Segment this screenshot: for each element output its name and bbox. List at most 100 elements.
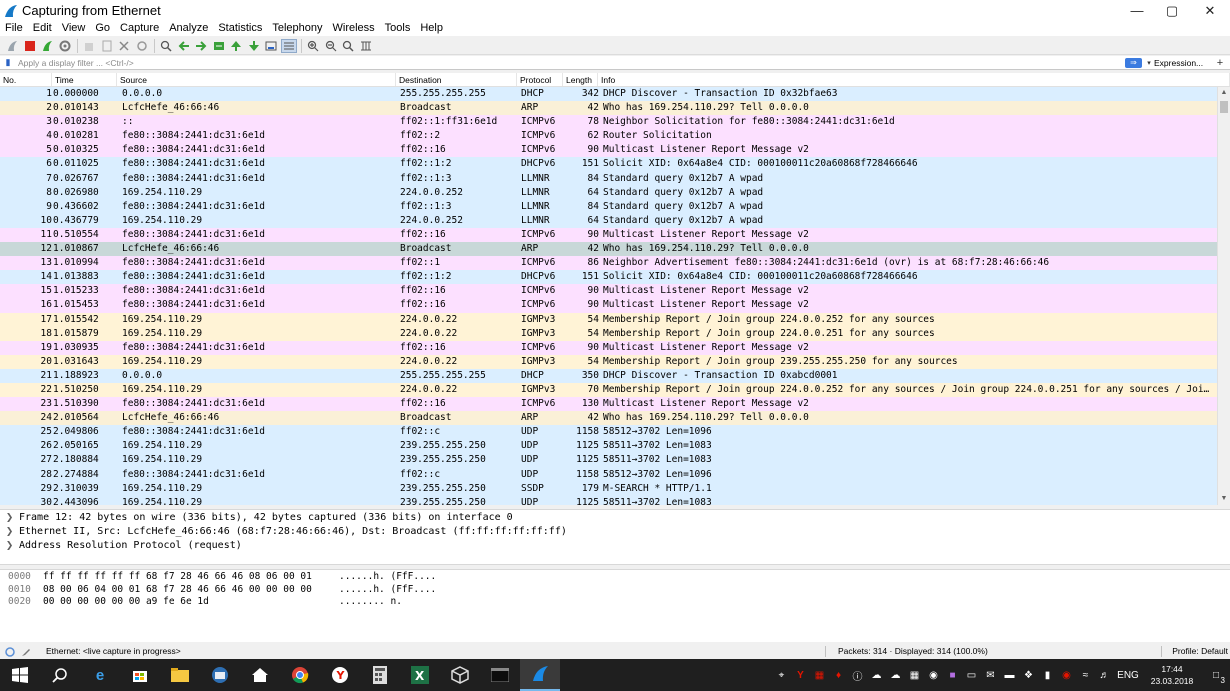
packet-row[interactable]: 8 0.026980 169.254.110.29 224.0.0.252 LLMNR 6… (0, 185, 1230, 200)
col-protocol-header[interactable]: Protocol (517, 73, 563, 86)
packet-row[interactable]: 23 1.510390 fe80::3084:2441:dc31:6e1d ff02:… (0, 397, 1230, 412)
speech-icon[interactable]: ✉ (981, 659, 1000, 691)
thunderbird-icon[interactable] (200, 659, 240, 691)
packet-row[interactable]: 12 1.010867 LcfcHefe_46:66:46 Broadcast ARP 4… (0, 242, 1230, 257)
packet-row[interactable]: 4 0.010281 fe80::3084:2441:dc31:6e1d ff02::… (0, 129, 1230, 144)
add-filter-button[interactable]: + (1210, 57, 1230, 69)
capture-options-icon[interactable] (57, 39, 73, 53)
resize-columns-icon[interactable] (358, 39, 374, 53)
packet-row[interactable]: 24 2.010564 LcfcHefe_46:66:46 Broadcast ARP 4… (0, 411, 1230, 426)
detail-ethernet[interactable]: ❯ Ethernet II, Src: LcfcHefe_46:66:46 (68… (0, 525, 1230, 539)
apply-filter-button[interactable]: ⇒ (1125, 57, 1142, 68)
excel-icon[interactable]: X (400, 659, 440, 691)
wifi-icon[interactable]: ≈ (1076, 659, 1095, 691)
packet-row[interactable]: 20 1.031643 169.254.110.29 224.0.0.22 IGMPv3… (0, 354, 1230, 369)
col-source-header[interactable]: Source (117, 73, 396, 86)
tray-app-icon[interactable]: ▦ (810, 659, 829, 691)
people-icon[interactable]: ⌖ (772, 659, 791, 691)
open-file-icon[interactable] (81, 39, 97, 53)
menu-go[interactable]: Go (90, 22, 115, 35)
go-to-packet-icon[interactable] (211, 39, 227, 53)
reload-file-icon[interactable] (134, 39, 150, 53)
close-button[interactable]: ✕ (1190, 0, 1230, 21)
maximize-button[interactable]: ▢ (1152, 0, 1192, 21)
menu-file[interactable]: File (0, 22, 28, 35)
display-icon[interactable]: ▭ (962, 659, 981, 691)
purple-tray-icon[interactable]: ■ (943, 659, 962, 691)
packet-row[interactable]: 30 2.443096 169.254.110.29 239.255.255.250 U… (0, 495, 1230, 505)
security-icon[interactable]: ◉ (924, 659, 943, 691)
tray-info-icon[interactable]: ⓘ (848, 659, 867, 691)
terminal-icon[interactable] (480, 659, 520, 691)
volume-icon[interactable]: ♬ (1095, 659, 1114, 691)
packet-row[interactable]: 3 0.010238:: ff02::1:ff31:6e1d ICMPv6 78 Neig… (0, 115, 1230, 130)
packet-row[interactable]: 14 1.013883 fe80::3084:2441:dc31:6e1d ff02:… (0, 270, 1230, 285)
packet-list-scrollbar[interactable]: ▲ ▼ (1217, 87, 1230, 505)
expand-chevron-icon[interactable]: ❯ (0, 539, 19, 553)
expression-button[interactable]: Expression... (1154, 57, 1210, 69)
packet-row[interactable]: 11 0.510554 fe80::3084:2441:dc31:6e1d ff02:… (0, 227, 1230, 243)
col-no-header[interactable]: No. (0, 73, 52, 86)
explorer-folder-icon[interactable] (160, 659, 200, 691)
profile-label[interactable]: Profile: Default (1162, 645, 1230, 658)
scroll-down-icon[interactable]: ▼ (1218, 493, 1230, 505)
menu-statistics[interactable]: Statistics (213, 22, 267, 35)
start-icon[interactable] (0, 659, 40, 691)
packet-row[interactable]: 10 0.436779 169.254.110.29 224.0.0.252 LLMNR… (0, 213, 1230, 228)
packet-row[interactable]: 21 1.188923 0.0.0.0 255.255.255.255 DHCP 350 D… (0, 368, 1230, 383)
detail-frame[interactable]: ❯ Frame 12: 42 bytes on wire (336 bits), … (0, 511, 1230, 525)
find-packet-icon[interactable] (158, 39, 174, 53)
menu-wireless[interactable]: Wireless (328, 22, 380, 35)
display-filter-input[interactable]: Apply a display filter ... <Ctrl-/> (16, 57, 1125, 69)
yandex-browser-icon[interactable]: Y (320, 659, 360, 691)
col-time-header[interactable]: Time (52, 73, 117, 86)
scroll-thumb[interactable] (1220, 101, 1228, 113)
packet-row[interactable]: 18 1.015879 169.254.110.29 224.0.0.22 IGMPv3… (0, 326, 1230, 341)
dropbox-icon[interactable]: ❖ (1019, 659, 1038, 691)
restart-capture-icon[interactable] (39, 39, 55, 53)
go-first-packet-icon[interactable] (228, 39, 244, 53)
acrobat-tray-icon[interactable]: ♦ (829, 659, 848, 691)
packet-row[interactable]: 27 2.180884 169.254.110.29 239.255.255.250 U… (0, 453, 1230, 468)
menu-edit[interactable]: Edit (28, 22, 57, 35)
close-file-icon[interactable] (116, 39, 132, 53)
clock[interactable]: 17:44 23.03.2018 (1142, 663, 1202, 687)
colorize-icon[interactable] (280, 38, 297, 53)
search-icon[interactable] (40, 659, 80, 691)
packet-row[interactable]: 16 1.015453 fe80::3084:2441:dc31:6e1d ff02:… (0, 298, 1230, 313)
capture-comment-icon[interactable] (20, 646, 32, 658)
virtualbox-icon[interactable] (440, 659, 480, 691)
menu-tools[interactable]: Tools (380, 22, 416, 35)
home-icon[interactable] (240, 659, 280, 691)
antivirus-icon[interactable]: ◉ (1057, 659, 1076, 691)
filter-history-dropdown[interactable]: ▾ (1144, 59, 1154, 67)
edge-browser-icon[interactable]: e (80, 659, 120, 691)
packet-row[interactable]: 5 0.010325 fe80::3084:2441:dc31:6e1d ff02::… (0, 143, 1230, 158)
expert-info-icon[interactable] (4, 646, 16, 658)
packet-row[interactable]: 9 0.436602 fe80::3084:2441:dc31:6e1d ff02::… (0, 199, 1230, 214)
language-indicator[interactable]: ENG (1114, 659, 1142, 691)
packet-row[interactable]: 6 0.011025 fe80::3084:2441:dc31:6e1d ff02::… (0, 157, 1230, 172)
minimize-button[interactable]: — (1117, 0, 1157, 21)
expand-chevron-icon[interactable]: ❯ (0, 511, 19, 525)
detail-arp[interactable]: ❯ Address Resolution Protocol (request) (0, 539, 1230, 553)
save-file-icon[interactable] (99, 39, 115, 53)
packet-row[interactable]: 19 1.030935 fe80::3084:2441:dc31:6e1d ff02:… (0, 340, 1230, 355)
packet-row[interactable]: 17 1.015542 169.254.110.29 224.0.0.22 IGMPv3… (0, 312, 1230, 327)
battery-icon[interactable]: ▮ (1038, 659, 1057, 691)
auto-scroll-icon[interactable] (263, 39, 279, 53)
menu-help[interactable]: Help (415, 22, 448, 35)
packet-row[interactable]: 28 2.274884 fe80::3084:2441:dc31:6e1d ff02:… (0, 467, 1230, 482)
menu-capture[interactable]: Capture (115, 22, 164, 35)
notifications-icon[interactable]: □ 3 (1202, 659, 1230, 691)
stop-capture-icon[interactable] (22, 39, 38, 53)
packet-row[interactable]: 7 0.026767 fe80::3084:2441:dc31:6e1d ff02::… (0, 171, 1230, 186)
zoom-out-icon[interactable] (323, 39, 339, 53)
menu-view[interactable]: View (57, 22, 91, 35)
onedrive-icon[interactable]: ☁ (886, 659, 905, 691)
cloud-icon[interactable]: ☁ (867, 659, 886, 691)
packet-row[interactable]: 13 1.010994 fe80::3084:2441:dc31:6e1d ff02:… (0, 256, 1230, 271)
store-icon[interactable] (120, 659, 160, 691)
packet-row[interactable]: 29 2.310039 169.254.110.29 239.255.255.250 S… (0, 481, 1230, 496)
col-destination-header[interactable]: Destination (396, 73, 517, 86)
